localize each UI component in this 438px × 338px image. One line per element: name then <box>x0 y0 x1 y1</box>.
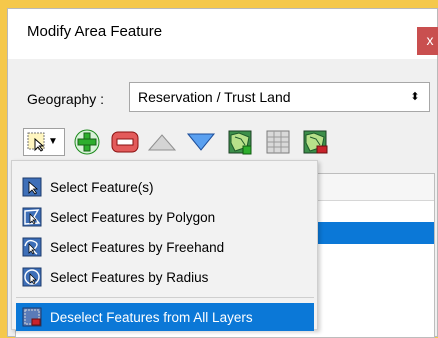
selection-tool-button[interactable]: ▼ <box>23 128 65 156</box>
feature-table-button[interactable] <box>263 127 293 157</box>
up-arrow-icon <box>147 134 177 151</box>
menu-item-select-features[interactable]: Select Feature(s) <box>16 173 314 201</box>
geography-selected-value: Reservation / Trust Land <box>138 89 291 105</box>
add-map-feature-button[interactable] <box>225 127 255 157</box>
select-feature-icon <box>22 177 42 197</box>
geography-label: Geography : <box>27 91 105 107</box>
menu-separator <box>16 297 314 298</box>
freehand-select-icon <box>22 237 42 257</box>
close-button[interactable]: x <box>417 27 438 55</box>
menu-item-label: Select Features by Freehand <box>50 239 225 255</box>
polygon-select-icon <box>22 207 42 227</box>
chevron-updown-icon: ⬍ <box>410 91 420 103</box>
menu-item-select-by-freehand[interactable]: Select Features by Freehand <box>16 233 314 261</box>
move-up-button[interactable] <box>147 127 177 157</box>
map-table-icon <box>266 130 290 154</box>
add-button[interactable] <box>72 127 102 157</box>
menu-item-label: Select Features by Radius <box>50 269 209 285</box>
remove-map-feature-button[interactable] <box>300 127 330 157</box>
title-bar: Modify Area Feature x <box>8 9 438 59</box>
window-title: Modify Area Feature <box>27 23 163 40</box>
menu-item-select-by-radius[interactable]: Select Features by Radius <box>16 263 314 291</box>
map-add-icon <box>228 130 252 155</box>
remove-button[interactable] <box>110 127 140 157</box>
menu-item-label: Deselect Features from All Layers <box>50 309 253 325</box>
chevron-down-icon[interactable]: ▼ <box>48 136 58 147</box>
remove-icon <box>111 131 139 153</box>
radius-select-icon <box>22 267 42 287</box>
down-arrow-icon <box>186 133 216 151</box>
menu-item-label: Select Features by Polygon <box>50 209 216 225</box>
select-region-icon <box>27 132 45 152</box>
map-remove-icon <box>303 130 328 154</box>
menu-item-select-by-polygon[interactable]: Select Features by Polygon <box>16 203 314 231</box>
menu-item-label: Select Feature(s) <box>50 179 154 195</box>
add-icon <box>74 129 100 155</box>
deselect-all-icon <box>22 307 42 327</box>
selection-tool-menu: Select Feature(s) Select Features by Pol… <box>11 160 318 331</box>
menu-item-deselect-all[interactable]: Deselect Features from All Layers <box>16 303 314 331</box>
move-down-button[interactable] <box>186 127 216 157</box>
geography-select[interactable]: Reservation / Trust Land ⬍ <box>129 82 430 112</box>
